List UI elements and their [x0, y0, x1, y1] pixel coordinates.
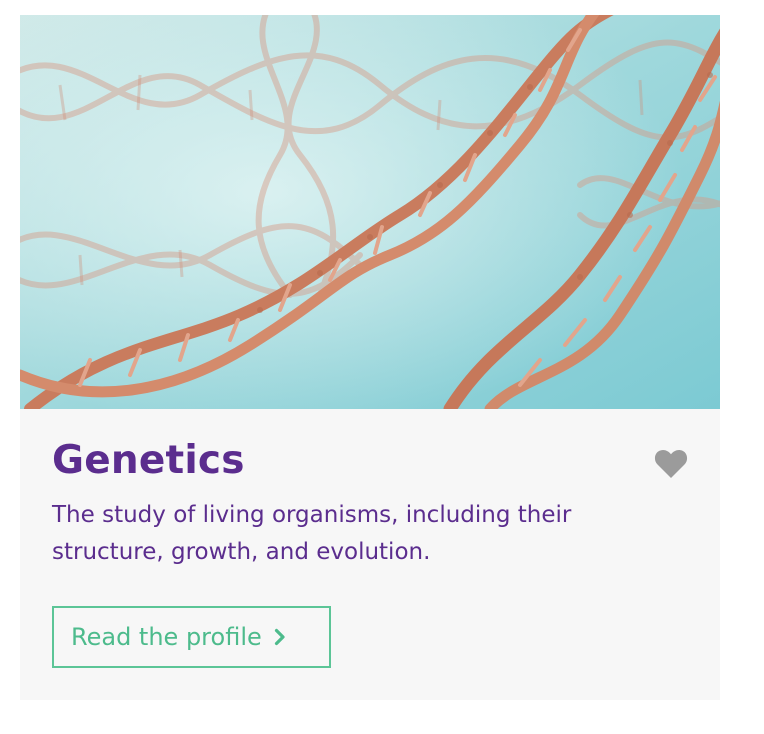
- heart-icon: [654, 450, 688, 478]
- card-title: Genetics: [52, 438, 245, 483]
- read-profile-label: Read the profile: [71, 623, 262, 651]
- chevron-right-icon: [274, 628, 286, 646]
- read-profile-button[interactable]: Read the profile: [52, 606, 331, 668]
- card-description: The study of living organisms, including…: [52, 502, 572, 565]
- profile-card: Genetics The study of living organisms, …: [20, 15, 720, 700]
- card-image: [20, 15, 720, 409]
- favorite-button[interactable]: [654, 449, 688, 479]
